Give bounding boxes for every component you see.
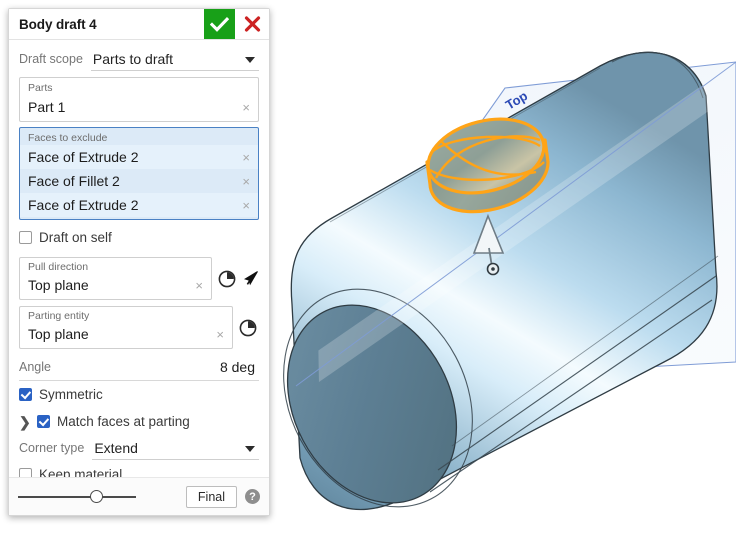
keep-material-checkbox[interactable]: [19, 468, 32, 477]
help-icon[interactable]: ?: [245, 489, 260, 504]
corner-type-value: Extend: [94, 439, 138, 456]
faces-list-item[interactable]: Face of Extrude 2 ×: [20, 145, 258, 169]
cancel-button[interactable]: [235, 9, 269, 39]
draft-scope-row: Draft scope Parts to draft: [19, 46, 259, 72]
accept-button[interactable]: [204, 9, 235, 39]
arrow-origin-dot: [491, 267, 495, 271]
angle-row[interactable]: Angle 8 deg: [19, 353, 259, 381]
remove-icon[interactable]: ×: [214, 328, 226, 341]
remove-icon[interactable]: ×: [240, 101, 252, 114]
parting-entity-row: Parting entity Top plane ×: [19, 306, 259, 349]
angle-label: Angle: [19, 359, 51, 374]
rollback-slider[interactable]: [18, 489, 136, 504]
corner-type-dropdown[interactable]: Extend: [92, 437, 259, 460]
expander-chevron-right-icon[interactable]: ❯: [19, 415, 31, 429]
corner-type-row: Corner type Extend: [19, 435, 259, 461]
symmetric-row[interactable]: Symmetric: [19, 381, 259, 408]
parting-entity-caption: Parting entity: [28, 310, 90, 322]
draft-scope-label: Draft scope: [19, 52, 83, 66]
parts-item-label: Part 1: [28, 99, 66, 115]
check-icon: [210, 16, 229, 32]
symmetric-label: Symmetric: [39, 387, 103, 402]
chevron-down-icon: [245, 56, 255, 63]
faces-list-item[interactable]: Face of Fillet 2 ×: [20, 169, 258, 193]
cursor-arrow-icon[interactable]: [241, 270, 259, 288]
draft-on-self-row[interactable]: Draft on self: [19, 224, 259, 251]
parts-query-box[interactable]: Parts Part 1 ×: [19, 77, 259, 122]
dialog-title: Body draft 4: [19, 16, 97, 32]
pull-direction-icons: [218, 257, 259, 288]
faces-item-label: Face of Fillet 2: [28, 173, 120, 189]
draft-scope-dropdown[interactable]: Parts to draft: [90, 48, 259, 71]
faces-list-item[interactable]: Face of Extrude 2 ×: [20, 193, 258, 217]
pull-direction-caption: Pull direction: [28, 261, 89, 273]
keep-material-label: Keep material: [39, 467, 123, 477]
remove-icon[interactable]: ×: [240, 151, 252, 164]
corner-type-label: Corner type: [19, 441, 85, 455]
match-faces-label: Match faces at parting: [57, 414, 190, 429]
parts-caption: Parts: [28, 82, 53, 94]
dialog-footer: Final ?: [9, 477, 269, 515]
parting-entity-icons: [239, 306, 259, 337]
close-icon: [244, 16, 260, 32]
pull-direction-row: Pull direction Top plane ×: [19, 257, 259, 300]
slider-knob[interactable]: [90, 489, 103, 503]
parting-entity-field[interactable]: Parting entity Top plane ×: [19, 306, 233, 349]
pull-direction-value-row[interactable]: Top plane ×: [20, 274, 211, 296]
pull-direction-field[interactable]: Pull direction Top plane ×: [19, 257, 212, 300]
draft-scope-value: Parts to draft: [92, 50, 174, 67]
match-faces-row[interactable]: ❯ Match faces at parting: [19, 408, 259, 435]
final-button[interactable]: Final: [185, 485, 237, 508]
faces-to-exclude-caption: Faces to exclude: [28, 132, 108, 144]
symmetric-checkbox[interactable]: [19, 388, 32, 401]
flip-direction-icon[interactable]: [239, 319, 257, 337]
faces-item-label: Face of Extrude 2: [28, 149, 139, 165]
keep-material-row[interactable]: Keep material: [19, 461, 259, 477]
parts-list-item[interactable]: Part 1 ×: [20, 95, 258, 119]
faces-item-label: Face of Extrude 2: [28, 197, 139, 213]
body-draft-dialog[interactable]: Body draft 4 Draft scope Parts to draft: [8, 8, 270, 516]
chevron-down-icon: [245, 445, 255, 452]
faces-to-exclude-query-box[interactable]: Faces to exclude Face of Extrude 2 × Fac…: [19, 127, 259, 220]
flip-direction-icon[interactable]: [218, 270, 236, 288]
draft-on-self-label: Draft on self: [39, 230, 112, 245]
parting-entity-value-row[interactable]: Top plane ×: [20, 323, 232, 345]
pull-direction-value: Top plane: [28, 277, 89, 293]
slider-track: [18, 495, 136, 498]
parting-entity-value: Top plane: [28, 326, 89, 342]
angle-value[interactable]: 8 deg: [220, 359, 259, 375]
remove-icon[interactable]: ×: [240, 199, 252, 212]
remove-icon[interactable]: ×: [193, 279, 205, 292]
draft-on-self-checkbox[interactable]: [19, 231, 32, 244]
remove-icon[interactable]: ×: [240, 175, 252, 188]
dialog-header: Body draft 4: [9, 9, 269, 40]
dialog-body: Draft scope Parts to draft Parts Part 1 …: [9, 40, 269, 477]
match-faces-checkbox[interactable]: [37, 415, 50, 428]
